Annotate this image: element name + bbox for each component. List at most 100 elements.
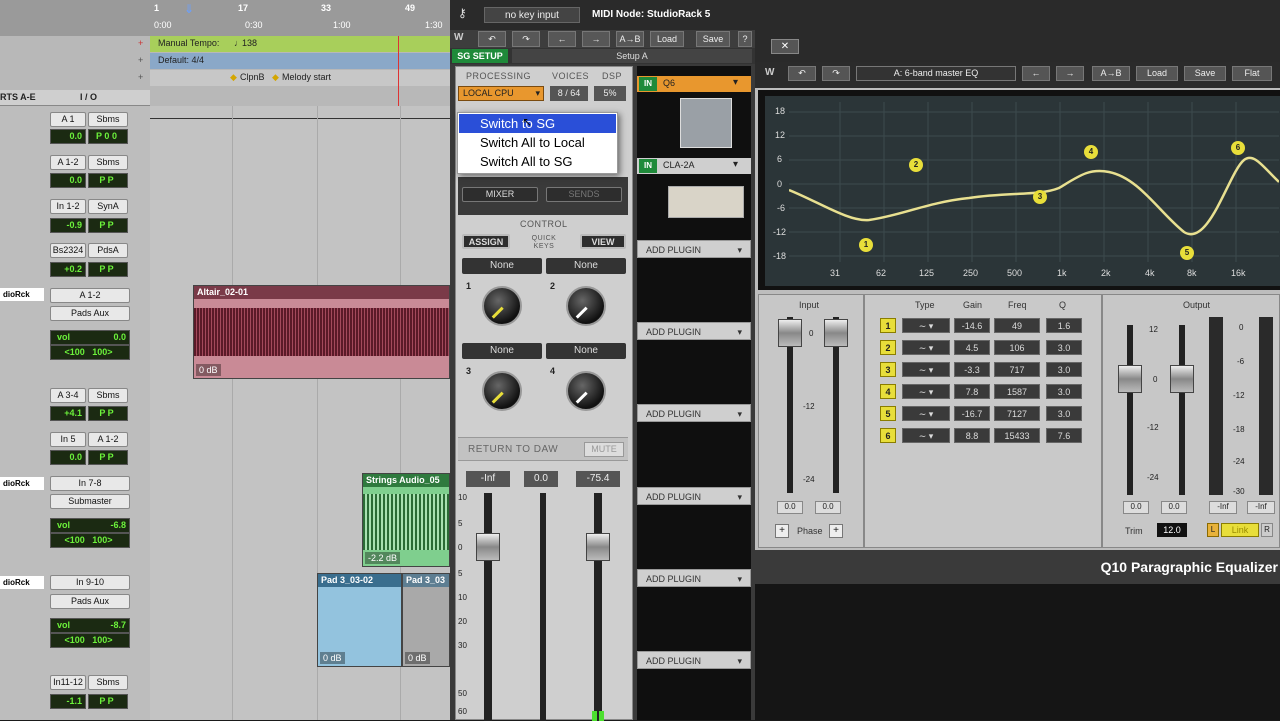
- plugin-in-toggle[interactable]: IN: [639, 159, 657, 173]
- undo-button[interactable]: ↶: [478, 31, 506, 47]
- pan-display[interactable]: P P: [88, 262, 128, 277]
- band-point-5[interactable]: 5: [1180, 246, 1194, 260]
- band-enable-button[interactable]: 5: [880, 406, 896, 421]
- link-right-button[interactable]: R: [1261, 523, 1273, 537]
- band-enable-button[interactable]: 4: [880, 384, 896, 399]
- audio-clip[interactable]: Altair_02-01 0 dB: [193, 285, 450, 379]
- redo-button[interactable]: ↷: [822, 66, 850, 81]
- band-gain[interactable]: -3.3: [954, 362, 990, 377]
- input-selector[interactable]: Bs2324: [50, 243, 86, 258]
- setup-label[interactable]: Setup A: [512, 49, 752, 63]
- track-name[interactable]: dioRck: [0, 477, 44, 490]
- prev-preset-button[interactable]: ←: [1022, 66, 1050, 81]
- add-ruler-icon[interactable]: +: [138, 55, 143, 65]
- preset-name[interactable]: A: 6-band master EQ: [856, 66, 1016, 81]
- band-type-select[interactable]: ∼ ▾: [902, 428, 950, 443]
- assign-button[interactable]: ASSIGN: [462, 234, 510, 249]
- volume-display[interactable]: +0.2: [50, 262, 86, 277]
- add-plugin-slot[interactable]: ADD PLUGIN ▾: [637, 404, 751, 422]
- menu-item-switch-to-sg[interactable]: Switch to SG: [459, 114, 616, 133]
- output-fader-right[interactable]: [1170, 365, 1194, 393]
- input-selector[interactable]: In 5: [50, 432, 86, 447]
- volume-display[interactable]: 0.0: [50, 450, 86, 465]
- volume-display[interactable]: -0.9: [50, 218, 86, 233]
- marker-ruler[interactable]: ◆ ClpnB ◆ Melody start: [150, 70, 450, 86]
- add-plugin-slot[interactable]: ADD PLUGIN ▾: [637, 651, 751, 669]
- band-gain[interactable]: 4.5: [954, 340, 990, 355]
- next-preset-button[interactable]: →: [582, 31, 610, 47]
- timeline-ruler[interactable]: 1 ⇓ 17 33 49 0:00 0:30 1:00 1:30: [0, 0, 450, 36]
- band-freq[interactable]: 49: [994, 318, 1040, 333]
- playhead-marker-icon[interactable]: ⇓: [184, 2, 194, 16]
- add-plugin-slot[interactable]: ADD PLUGIN ▾: [637, 240, 751, 258]
- output-selector[interactable]: Submaster: [50, 494, 130, 509]
- band-q[interactable]: 1.6: [1046, 318, 1082, 333]
- volume-display[interactable]: -1.1: [50, 694, 86, 709]
- band-freq[interactable]: 106: [994, 340, 1040, 355]
- band-q[interactable]: 7.6: [1046, 428, 1082, 443]
- pan-display[interactable]: P 0 0: [88, 129, 128, 144]
- input-selector[interactable]: A 3-4: [50, 388, 86, 403]
- macro-assign-1[interactable]: None: [462, 258, 542, 274]
- close-button[interactable]: ✕: [771, 39, 799, 54]
- meter-ruler[interactable]: Default: 4/4: [150, 53, 450, 69]
- io-selector[interactable]: A 1-2: [50, 288, 130, 303]
- help-button[interactable]: ?: [738, 31, 752, 47]
- phase-left-button[interactable]: +: [775, 524, 789, 538]
- pan-display[interactable]: <100 100>: [50, 633, 130, 648]
- input-selector[interactable]: A 1-2: [50, 155, 86, 170]
- undo-button[interactable]: ↶: [788, 66, 816, 81]
- track-name[interactable]: dioRck: [0, 288, 44, 301]
- band-freq[interactable]: 717: [994, 362, 1040, 377]
- output-fader[interactable]: [586, 533, 610, 561]
- trim-value[interactable]: 12.0: [1157, 523, 1187, 537]
- ab-button[interactable]: A→B: [1092, 66, 1130, 81]
- input-fader-right[interactable]: [824, 319, 848, 347]
- band-gain[interactable]: -14.6: [954, 318, 990, 333]
- add-plugin-slot[interactable]: ADD PLUGIN ▾: [637, 569, 751, 587]
- volume-display[interactable]: vol -6.8: [50, 518, 130, 533]
- band-gain[interactable]: -16.7: [954, 406, 990, 421]
- input-selector[interactable]: In 1-2: [50, 199, 86, 214]
- dropdown-arrow-icon[interactable]: ▾: [733, 77, 738, 88]
- band-enable-button[interactable]: 3: [880, 362, 896, 377]
- volume-display[interactable]: 0.0: [50, 129, 86, 144]
- band-point-3[interactable]: 3: [1033, 190, 1047, 204]
- add-plugin-slot[interactable]: ADD PLUGIN ▾: [637, 487, 751, 505]
- ab-button[interactable]: A→B: [616, 31, 644, 47]
- menu-item-switch-all-local[interactable]: Switch All to Local: [459, 133, 616, 152]
- view-button[interactable]: VIEW: [580, 234, 626, 249]
- marker-label[interactable]: Melody start: [282, 72, 331, 82]
- band-q[interactable]: 3.0: [1046, 362, 1082, 377]
- sg-setup-button[interactable]: SG SETUP: [452, 49, 508, 63]
- key-input-select[interactable]: no key input: [484, 7, 580, 23]
- tempo-ruler[interactable]: Manual Tempo: ♩ 138: [150, 36, 450, 52]
- pan-display[interactable]: P P: [88, 406, 128, 421]
- output-selector[interactable]: Sbms: [88, 155, 128, 170]
- band-freq[interactable]: 7127: [994, 406, 1040, 421]
- mixer-button[interactable]: MIXER: [462, 187, 538, 202]
- band-q[interactable]: 3.0: [1046, 406, 1082, 421]
- add-ruler-icon[interactable]: +: [138, 38, 143, 48]
- input-fader[interactable]: [476, 533, 500, 561]
- pan-display[interactable]: P P: [88, 173, 128, 188]
- band-q[interactable]: 3.0: [1046, 384, 1082, 399]
- band-point-6[interactable]: 6: [1231, 141, 1245, 155]
- clip-gain[interactable]: 0 dB: [320, 652, 345, 664]
- io-selector[interactable]: In 7-8: [50, 476, 130, 491]
- output-fader-left[interactable]: [1118, 365, 1142, 393]
- macro-assign-3[interactable]: None: [462, 343, 542, 359]
- audio-clip[interactable]: Strings Audio_05 -2.2 dB: [362, 473, 450, 567]
- volume-display[interactable]: vol 0.0: [50, 330, 130, 345]
- mute-button[interactable]: MUTE: [584, 442, 624, 457]
- output-selector[interactable]: Pads Aux: [50, 594, 130, 609]
- band-enable-button[interactable]: 6: [880, 428, 896, 443]
- band-freq[interactable]: 1587: [994, 384, 1040, 399]
- band-point-2[interactable]: 2: [909, 158, 923, 172]
- band-type-select[interactable]: ∼ ▾: [902, 384, 950, 399]
- save-button[interactable]: Save: [696, 31, 730, 47]
- output-selector[interactable]: SynA: [88, 199, 128, 214]
- clip-gain[interactable]: 0 dB: [196, 364, 221, 376]
- band-enable-button[interactable]: 2: [880, 340, 896, 355]
- load-button[interactable]: Load: [1136, 66, 1178, 81]
